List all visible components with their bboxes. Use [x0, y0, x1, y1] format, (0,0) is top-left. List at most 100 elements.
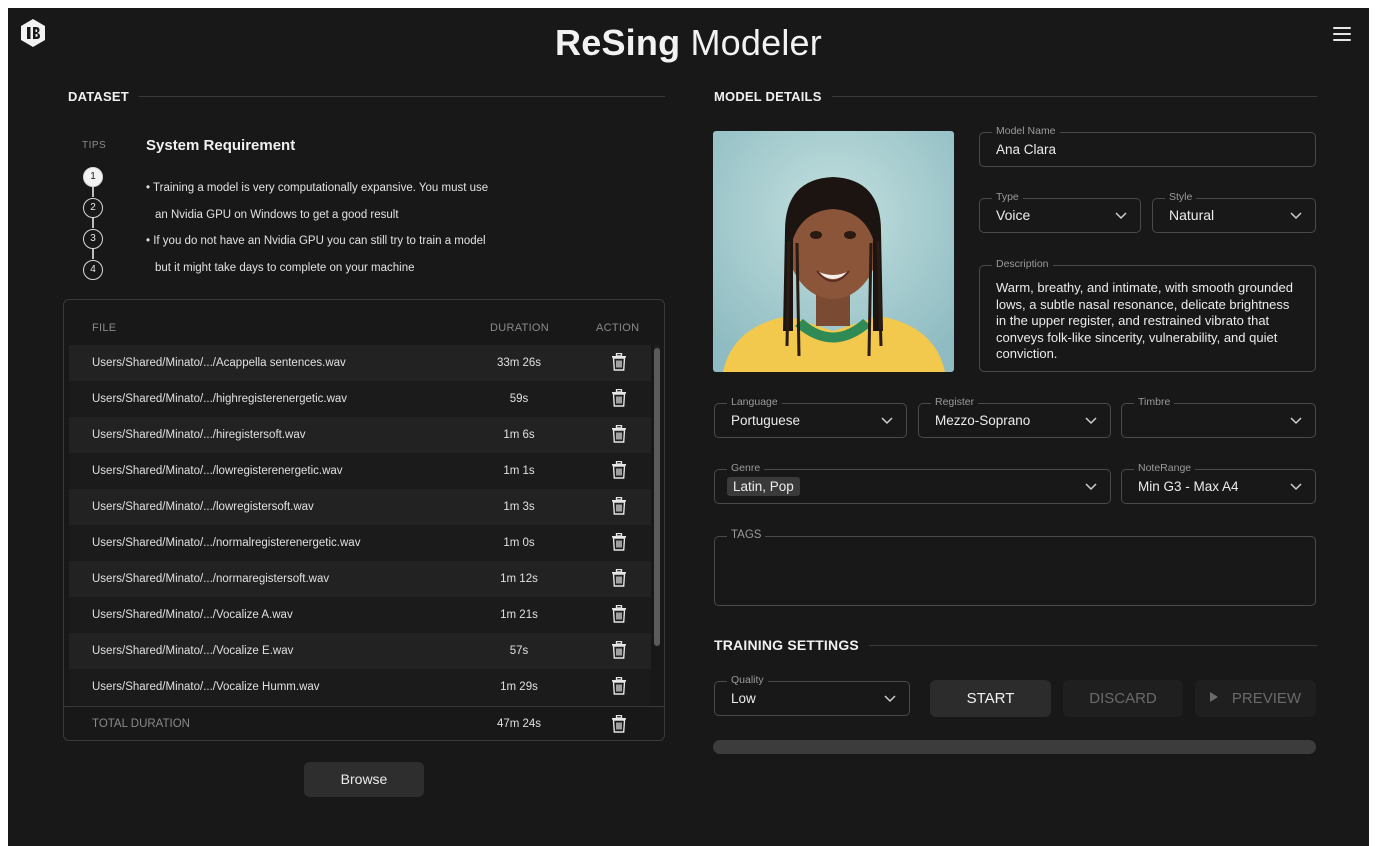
chevron-down-icon	[1085, 416, 1097, 424]
file-duration: 33m 26s	[496, 357, 542, 369]
tips-line: • Training a model is very computational…	[146, 182, 489, 194]
file-duration: 1m 29s	[500, 681, 538, 693]
tips-step-2[interactable]: 2	[83, 198, 103, 218]
genre-label: Genre	[727, 462, 765, 474]
chevron-down-icon	[881, 416, 893, 424]
file-path: Users/Shared/Minato/.../lowregistersoft.…	[92, 501, 314, 513]
quality-select[interactable]: Quality Low	[714, 674, 910, 716]
type-value: Voice	[996, 207, 1031, 223]
training-section-title: TRAINING SETTINGS	[714, 637, 859, 653]
chevron-down-icon	[1290, 482, 1302, 490]
description-label: Description	[992, 258, 1053, 270]
model-name-value[interactable]: Ana Clara	[996, 142, 1056, 157]
table-row[interactable]: Users/Shared/Minato/.../Vocalize A.wav 1m…	[69, 597, 651, 633]
trash-icon[interactable]	[611, 605, 627, 623]
trash-icon[interactable]	[611, 389, 627, 407]
table-row[interactable]: Users/Shared/Minato/.../normalregisteren…	[69, 525, 651, 561]
browse-button[interactable]: Browse	[304, 762, 424, 797]
column-header-duration: DURATION	[490, 322, 550, 334]
app-title-bold: ReSing	[555, 22, 681, 63]
model-portrait-image[interactable]	[713, 131, 954, 372]
type-label: Type	[992, 191, 1023, 203]
table-row[interactable]: Users/Shared/Minato/.../normaregistersof…	[69, 561, 651, 597]
trash-icon[interactable]	[611, 677, 627, 695]
model-name-field[interactable]: Model Name Ana Clara	[979, 125, 1316, 167]
dataset-section-header: DATASET	[68, 89, 665, 104]
language-label: Language	[727, 396, 782, 408]
chevron-down-icon	[1115, 211, 1127, 219]
chevron-down-icon	[1290, 416, 1302, 424]
file-duration: 1m 1s	[503, 465, 535, 477]
trash-icon[interactable]	[611, 533, 627, 551]
tips-heading: System Requirement	[146, 137, 296, 154]
style-value: Natural	[1169, 207, 1215, 223]
file-duration: 59s	[509, 393, 529, 405]
scrollbar-thumb[interactable]	[654, 348, 660, 646]
style-select[interactable]: Style Natural	[1152, 191, 1316, 233]
trash-icon[interactable]	[611, 497, 627, 515]
stepper-connector	[92, 248, 94, 259]
language-select[interactable]: Language Portuguese	[714, 396, 907, 438]
file-duration: 1m 3s	[503, 501, 535, 513]
discard-button[interactable]: DISCARD	[1063, 680, 1183, 717]
description-field[interactable]: Description Warm, breathy, and intimate,…	[979, 258, 1316, 372]
table-row[interactable]: Users/Shared/Minato/.../lowregisterenerg…	[69, 453, 651, 489]
register-label: Register	[931, 396, 979, 408]
tips-step-3[interactable]: 3	[83, 229, 103, 249]
preview-button[interactable]: PREVIEW	[1195, 680, 1316, 717]
chevron-down-icon	[1290, 211, 1302, 219]
file-table: FILE DURATION ACTION Users/Shared/Minato…	[63, 299, 665, 741]
play-icon	[1209, 692, 1218, 702]
tips-step-4[interactable]: 4	[83, 260, 103, 280]
file-duration: 57s	[509, 645, 529, 657]
training-section-header: TRAINING SETTINGS	[714, 637, 1317, 653]
file-duration: 1m 0s	[503, 537, 535, 549]
tips-label: TIPS	[82, 140, 107, 151]
file-path: Users/Shared/Minato/.../lowregisterenerg…	[92, 465, 343, 477]
app-title-rest: Modeler	[680, 22, 822, 63]
file-path: Users/Shared/Minato/.../Acappella senten…	[92, 357, 346, 369]
section-divider	[868, 644, 1317, 646]
trash-icon[interactable]	[611, 641, 627, 659]
timbre-select[interactable]: Timbre	[1121, 396, 1316, 438]
file-path: Users/Shared/Minato/.../Vocalize A.wav	[92, 609, 293, 621]
type-select[interactable]: Type Voice	[979, 191, 1141, 233]
table-row[interactable]: Users/Shared/Minato/.../Vocalize Humm.wa…	[69, 669, 651, 705]
trash-icon[interactable]	[611, 461, 627, 479]
table-row[interactable]: Users/Shared/Minato/.../hiregistersoft.w…	[69, 417, 651, 453]
chevron-down-icon	[884, 694, 896, 702]
model-name-label: Model Name	[992, 125, 1060, 137]
quality-label: Quality	[727, 674, 768, 686]
table-row[interactable]: Users/Shared/Minato/.../lowregistersoft.…	[69, 489, 651, 525]
genre-chip[interactable]: Latin, Pop	[727, 477, 800, 496]
file-duration: 1m 12s	[500, 573, 538, 585]
tips-line: • If you do not have an Nvidia GPU you c…	[146, 235, 486, 247]
trash-icon[interactable]	[611, 569, 627, 587]
file-path: Users/Shared/Minato/.../Vocalize E.wav	[92, 645, 294, 657]
trash-icon[interactable]	[611, 715, 627, 733]
file-path: Users/Shared/Minato/.../hiregistersoft.w…	[92, 429, 306, 441]
trash-icon[interactable]	[611, 353, 627, 371]
total-duration-row: TOTAL DURATION 47m 24s	[64, 706, 664, 740]
file-duration: 1m 21s	[500, 609, 538, 621]
app-title: ReSing Modeler	[8, 22, 1369, 64]
trash-icon[interactable]	[611, 425, 627, 443]
register-select[interactable]: Register Mezzo-Soprano	[918, 396, 1111, 438]
table-row[interactable]: Users/Shared/Minato/.../highregisterener…	[69, 381, 651, 417]
file-path: Users/Shared/Minato/.../normaregistersof…	[92, 573, 330, 585]
table-scrollbar[interactable]	[654, 345, 660, 646]
tags-field[interactable]: TAGS	[714, 529, 1316, 606]
table-row[interactable]: Users/Shared/Minato/.../Acappella senten…	[69, 345, 651, 381]
tips-step-1[interactable]: 1	[83, 167, 103, 187]
stepper-connector	[92, 217, 94, 228]
file-rows: Users/Shared/Minato/.../Acappella senten…	[69, 345, 651, 705]
table-row[interactable]: Users/Shared/Minato/.../Vocalize E.wav 57…	[69, 633, 651, 669]
style-label: Style	[1165, 191, 1197, 203]
start-button[interactable]: START	[930, 680, 1051, 717]
genre-select[interactable]: Genre Latin, Pop	[714, 462, 1111, 504]
description-value[interactable]: Warm, breathy, and intimate, with smooth…	[996, 280, 1296, 363]
quality-value: Low	[731, 691, 756, 706]
hamburger-menu-icon[interactable]	[1333, 26, 1353, 42]
tags-label: TAGS	[727, 529, 766, 541]
note-range-select[interactable]: NoteRange Min G3 - Max A4	[1121, 462, 1316, 504]
